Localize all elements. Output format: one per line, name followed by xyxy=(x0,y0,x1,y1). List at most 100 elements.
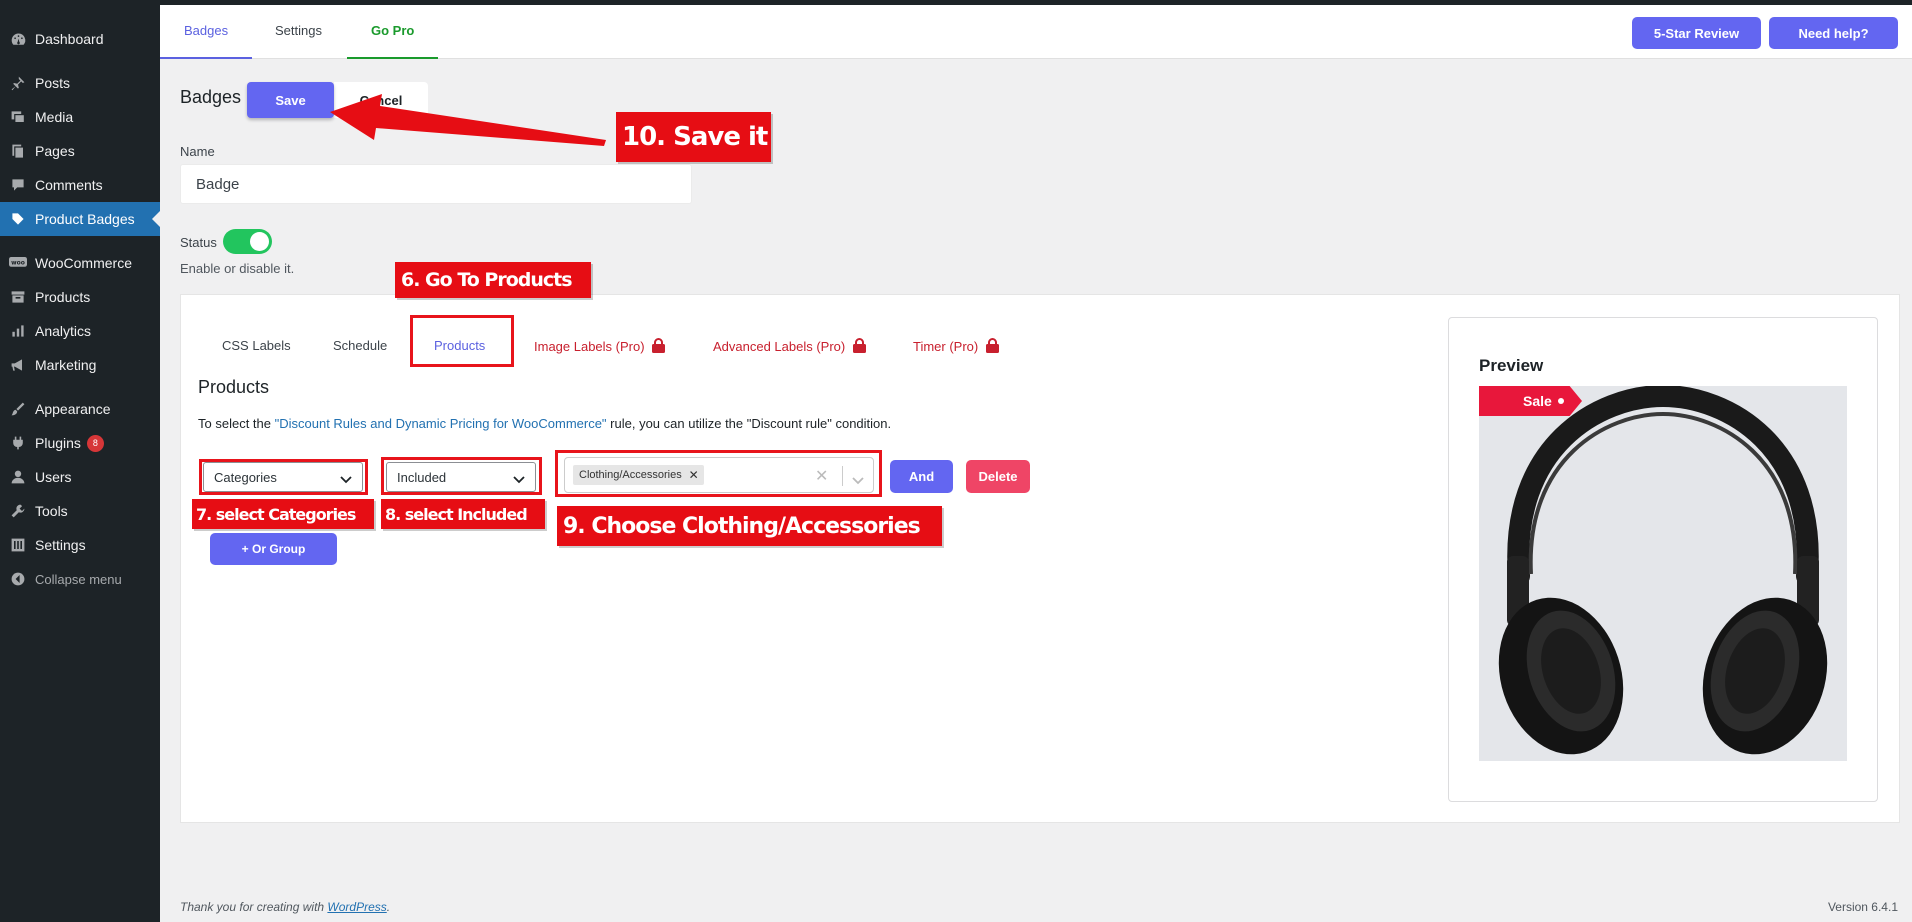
and-button[interactable]: And xyxy=(890,460,953,493)
dashboard-icon xyxy=(9,30,27,48)
footer-prefix: Thank you for creating with xyxy=(180,900,328,914)
sidebar-item-label: Appearance xyxy=(35,401,111,417)
need-help-button[interactable]: Need help? xyxy=(1769,17,1898,49)
plugins-update-count: 8 xyxy=(86,434,104,452)
pages-icon xyxy=(9,142,27,160)
sidebar-item-label: Analytics xyxy=(35,323,92,339)
highlight-categories-select xyxy=(199,459,368,495)
preview-title: Preview xyxy=(1479,356,1544,375)
lock-icon xyxy=(652,338,666,356)
sidebar-item-label: Settings xyxy=(35,537,86,553)
sidebar-item-label: Posts xyxy=(35,75,71,91)
footer-thanks: Thank you for creating with WordPress. xyxy=(180,900,390,914)
sidebar-item-comments[interactable]: Comments xyxy=(0,168,160,202)
headphones-image xyxy=(1498,386,1828,755)
user-icon xyxy=(9,468,27,486)
badge-icon xyxy=(9,210,27,228)
toggle-knob xyxy=(250,232,269,251)
settings-icon xyxy=(9,536,27,554)
footer-suffix: . xyxy=(386,900,391,914)
media-icon xyxy=(9,108,27,126)
sidebar-item-media[interactable]: Media xyxy=(0,100,160,134)
chart-icon xyxy=(9,322,27,340)
highlight-category-multiselect xyxy=(555,450,882,497)
lock-icon xyxy=(852,338,866,356)
highlight-products-tab xyxy=(410,315,514,367)
tab-timer-pro[interactable]: Timer (Pro) xyxy=(913,338,999,356)
product-image xyxy=(1479,386,1847,761)
sidebar-item-marketing[interactable]: Marketing xyxy=(0,348,160,382)
annotation-step-10: 10. Save it xyxy=(616,112,771,162)
sidebar-item-settings[interactable]: Settings xyxy=(0,528,160,562)
status-toggle[interactable] xyxy=(223,229,272,254)
name-label: Name xyxy=(180,144,215,159)
lock-icon xyxy=(985,338,999,356)
annotation-step-8: 8. select Included xyxy=(381,499,545,529)
sidebar-item-label: Dashboard xyxy=(35,31,104,47)
sidebar-item-analytics[interactable]: Analytics xyxy=(0,314,160,348)
page-title: Badges xyxy=(180,87,242,107)
plugin-header: Badges Settings Go Pro 5-Star Review Nee… xyxy=(160,5,1912,59)
tab-settings[interactable]: Settings xyxy=(251,5,346,59)
sidebar-item-label: Products xyxy=(35,289,91,305)
sidebar-item-users[interactable]: Users xyxy=(0,460,160,494)
tab-css-labels[interactable]: CSS Labels xyxy=(222,338,291,353)
tab-label: Timer (Pro) xyxy=(913,339,979,354)
tab-badges[interactable]: Badges xyxy=(160,5,253,59)
sidebar-collapse-menu[interactable]: Collapse menu xyxy=(0,562,160,596)
woo-icon: woo xyxy=(9,254,27,272)
wrench-icon xyxy=(9,502,27,520)
sidebar-item-label: Marketing xyxy=(35,357,97,373)
sidebar-item-products[interactable]: Products xyxy=(0,280,160,314)
pin-icon xyxy=(9,74,27,92)
admin-sidebar: Dashboard Posts Media Pages Comments Pro… xyxy=(0,0,160,922)
sidebar-item-label: Product Badges xyxy=(35,211,135,227)
tab-go-pro[interactable]: Go Pro xyxy=(347,5,439,59)
sidebar-item-label: WooCommerce xyxy=(35,255,132,271)
version-text: Version 6.4.1 xyxy=(1827,900,1898,914)
annotation-step-6: 6. Go To Products xyxy=(395,262,591,298)
tab-image-labels-pro[interactable]: Image Labels (Pro) xyxy=(534,338,666,356)
plugin-icon xyxy=(9,434,27,452)
annotation-arrow xyxy=(330,94,606,146)
tab-schedule[interactable]: Schedule xyxy=(333,338,387,353)
badge-name-input[interactable] xyxy=(180,164,692,204)
sidebar-item-label: Media xyxy=(35,109,74,125)
help-suffix: rule, you can utilize the "Discount rule… xyxy=(606,416,892,431)
megaphone-icon xyxy=(9,356,27,374)
five-star-review-button[interactable]: 5-Star Review xyxy=(1632,17,1761,49)
sidebar-item-woocommerce[interactable]: woo WooCommerce xyxy=(0,246,160,280)
highlight-included-select xyxy=(381,457,542,495)
or-group-button[interactable]: + Or Group xyxy=(210,533,337,565)
archive-icon xyxy=(9,288,27,306)
tab-label: Advanced Labels (Pro) xyxy=(713,339,846,354)
help-prefix: To select the xyxy=(198,416,275,431)
sidebar-item-label: Tools xyxy=(35,503,68,519)
sidebar-item-product-badges[interactable]: Product Badges xyxy=(0,202,160,236)
sidebar-item-pages[interactable]: Pages xyxy=(0,134,160,168)
annotation-step-7: 7. select Categories xyxy=(192,499,374,529)
sidebar-item-label: Users xyxy=(35,469,72,485)
sale-badge: Sale xyxy=(1479,386,1582,416)
badge-dot xyxy=(1558,398,1564,404)
sidebar-item-appearance[interactable]: Appearance xyxy=(0,392,160,426)
sidebar-item-plugins[interactable]: Plugins 8 xyxy=(0,426,160,460)
status-label: Status xyxy=(180,235,217,250)
sidebar-item-tools[interactable]: Tools xyxy=(0,494,160,528)
brush-icon xyxy=(9,400,27,418)
comment-icon xyxy=(9,176,27,194)
tab-label: Image Labels (Pro) xyxy=(534,339,645,354)
svg-text:woo: woo xyxy=(11,260,25,267)
status-help-text: Enable or disable it. xyxy=(180,261,295,276)
products-help-text: To select the "Discount Rules and Dynami… xyxy=(198,416,891,431)
annotation-step-9: 9. Choose Clothing/Accessories xyxy=(557,506,942,546)
sidebar-item-dashboard[interactable]: Dashboard xyxy=(0,22,160,56)
products-section-title: Products xyxy=(198,377,270,397)
tab-advanced-labels-pro[interactable]: Advanced Labels (Pro) xyxy=(713,338,866,356)
sidebar-collapse-label: Collapse menu xyxy=(35,571,122,587)
discount-rules-link[interactable]: "Discount Rules and Dynamic Pricing for … xyxy=(275,416,607,431)
collapse-icon xyxy=(9,570,27,588)
delete-button[interactable]: Delete xyxy=(966,460,1030,493)
wordpress-link[interactable]: WordPress xyxy=(327,900,386,914)
sidebar-item-posts[interactable]: Posts xyxy=(0,66,160,100)
